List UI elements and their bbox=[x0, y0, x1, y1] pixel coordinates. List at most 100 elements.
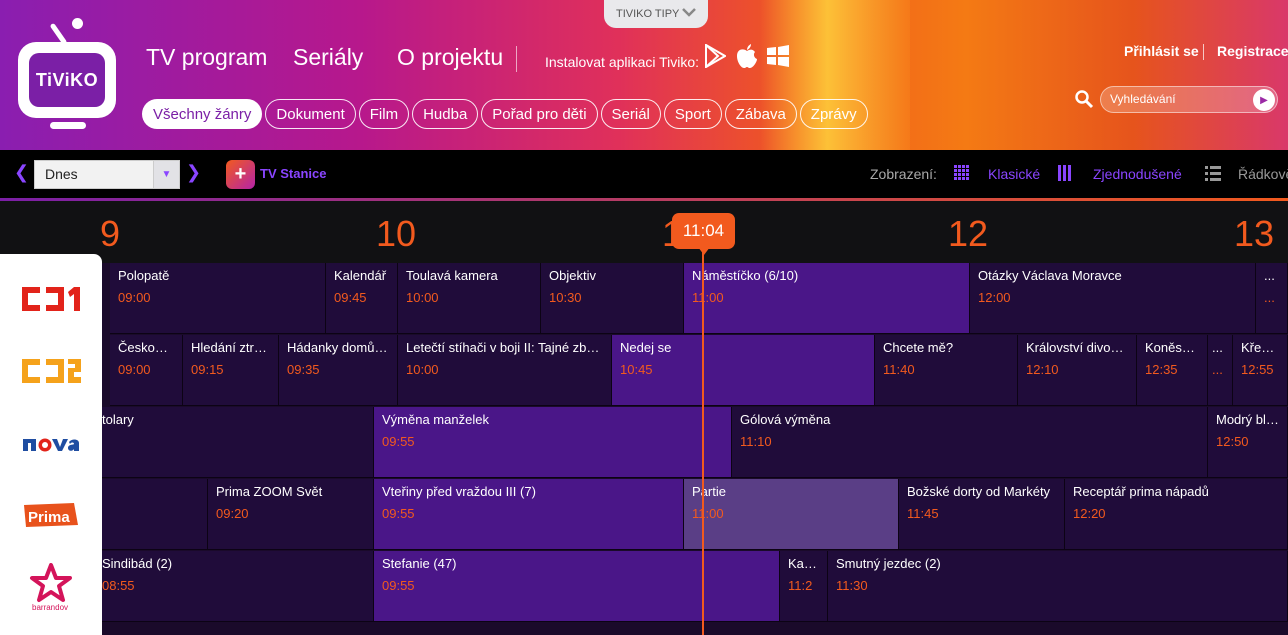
program-cell[interactable]: ...... bbox=[1256, 263, 1288, 334]
hour-10: 10 bbox=[376, 213, 417, 254]
program-time: 11:00 bbox=[692, 506, 724, 521]
prev-day-icon[interactable]: ❮ bbox=[14, 162, 29, 183]
search-input[interactable]: Vyhledávání bbox=[1100, 86, 1278, 113]
view-klasicke[interactable]: Klasické bbox=[988, 166, 1040, 182]
program-cell[interactable]: Prima ZOOM Svět 09:20 bbox=[208, 479, 374, 550]
program-cell[interactable]: Modrý blesk 12:50 bbox=[1208, 407, 1288, 478]
list-view-icon[interactable] bbox=[1204, 164, 1222, 182]
program-cell[interactable]: Stefanie (47) 09:55 bbox=[374, 551, 780, 622]
program-cell[interactable]: Polopatě 09:00 bbox=[110, 263, 326, 334]
channel-nova[interactable] bbox=[0, 407, 102, 479]
program-time: 09:00 bbox=[118, 290, 151, 305]
google-play-icon[interactable] bbox=[702, 42, 728, 70]
header: TiViKO TV program Seriály O projektu Ins… bbox=[0, 0, 1288, 150]
program-time: 09:00 bbox=[118, 362, 151, 377]
program-cell[interactable]: Smutný jezdec (2) 11:30 bbox=[828, 551, 1288, 622]
prima-logo-icon: Prima bbox=[24, 503, 78, 527]
program-cell[interactable]: ...... bbox=[1208, 335, 1233, 406]
channel-ct2[interactable] bbox=[0, 335, 102, 407]
login-divider bbox=[1203, 44, 1204, 60]
program-cell[interactable]: Letečtí stíhači v boji II: Tajné zbraně 1… bbox=[398, 335, 612, 406]
hour-9: 9 bbox=[100, 213, 121, 254]
program-time: 12:50 bbox=[1216, 434, 1249, 449]
day-select[interactable]: Dnes ▼ bbox=[34, 160, 180, 189]
program-cell[interactable]: Partie 11:00 bbox=[684, 479, 899, 550]
genre-vsechny[interactable]: Všechny žánry bbox=[142, 99, 263, 129]
program-cell[interactable]: Kašpárek 11:2 bbox=[780, 551, 828, 622]
genre-serial[interactable]: Seriál bbox=[600, 99, 661, 129]
tv-stations-link[interactable]: TV Stanice bbox=[260, 166, 326, 181]
program-title: ... bbox=[1264, 268, 1275, 283]
program-title: Vteřiny před vraždou III (7) bbox=[382, 484, 536, 499]
program-cell[interactable]: Království divočiny 12:10 bbox=[1018, 335, 1137, 406]
nav-o-projektu[interactable]: O projektu bbox=[397, 44, 503, 71]
program-time: 11:30 bbox=[836, 578, 868, 593]
channel-barrandov[interactable]: barrandov bbox=[0, 551, 102, 623]
program-title: Prima ZOOM Svět bbox=[216, 484, 323, 499]
program-time: 12:35 bbox=[1145, 362, 1178, 377]
program-cell[interactable]: Náměstíčko (6/10) 11:00 bbox=[684, 263, 970, 334]
program-cell[interactable]: Hádanky domů a zahrad 09:35 bbox=[279, 335, 398, 406]
next-day-icon[interactable]: ❯ bbox=[186, 162, 201, 183]
program-time: 09:35 bbox=[287, 362, 320, 377]
channel-ct1[interactable] bbox=[0, 263, 102, 335]
login-link[interactable]: Přihlásit se bbox=[1124, 43, 1199, 59]
columns-view-icon[interactable] bbox=[1056, 164, 1074, 182]
view-zjednodusene[interactable]: Zjednodušené bbox=[1093, 166, 1182, 182]
program-cell[interactable]: Chcete mě? 11:40 bbox=[875, 335, 1018, 406]
program-cell[interactable]: Receptář prima nápadů 12:20 bbox=[1065, 479, 1288, 550]
genre-porad-pro-deti[interactable]: Pořad pro děti bbox=[481, 99, 598, 129]
program-cell[interactable]: Českoslovenští 09:00 bbox=[110, 335, 183, 406]
tiviko-tipy-tab[interactable]: TIVIKO TIPY bbox=[604, 0, 708, 28]
program-cell[interactable]: Sindibád (2) 08:55 bbox=[94, 551, 374, 622]
program-title: Otázky Václava Moravce bbox=[978, 268, 1122, 283]
genre-zpravy[interactable]: Zprávy bbox=[799, 99, 868, 129]
nav-serialy[interactable]: Seriály bbox=[293, 44, 363, 71]
genre-dokument[interactable]: Dokument bbox=[265, 99, 356, 129]
program-time: 10:45 bbox=[620, 362, 653, 377]
nova-logo-icon bbox=[23, 438, 79, 452]
chevron-down-icon bbox=[682, 4, 696, 20]
program-cell[interactable]: Výměna manželek 09:55 bbox=[374, 407, 732, 478]
program-cell[interactable]: Koněspřežka 12:35 bbox=[1137, 335, 1208, 406]
program-title: tolary bbox=[102, 412, 134, 427]
nav-tv-program[interactable]: TV program bbox=[146, 44, 267, 71]
add-station-icon[interactable]: + bbox=[226, 160, 255, 189]
program-time: 11:2 bbox=[788, 578, 813, 593]
logo[interactable]: TiViKO bbox=[18, 18, 118, 130]
genre-film[interactable]: Film bbox=[358, 99, 410, 129]
search-icon bbox=[1074, 89, 1094, 109]
search-submit-icon[interactable]: ▶ bbox=[1253, 89, 1275, 111]
program-cell[interactable]: Vteřiny před vraždou III (7) 09:55 bbox=[374, 479, 684, 550]
program-title: Letečtí stíhači v boji II: Tajné zbraně bbox=[406, 340, 603, 355]
genre-sport[interactable]: Sport bbox=[663, 99, 722, 129]
program-cell[interactable]: Božské dorty od Markéty 11:45 bbox=[899, 479, 1065, 550]
program-cell[interactable]: tolary bbox=[94, 407, 374, 478]
genre-hudba[interactable]: Hudba bbox=[412, 99, 479, 129]
program-title: Sindibád (2) bbox=[102, 556, 173, 571]
program-cell[interactable] bbox=[94, 479, 208, 550]
program-cell[interactable]: Gólová výměna 11:10 bbox=[732, 407, 1208, 478]
program-cell[interactable]: Otázky Václava Moravce 12:00 bbox=[970, 263, 1256, 334]
program-title: Nedej se bbox=[620, 340, 672, 355]
nav-divider bbox=[516, 46, 517, 72]
program-cell[interactable]: Křesťanský magazín 12:55 bbox=[1233, 335, 1288, 406]
view-radkove[interactable]: Řádkově bbox=[1238, 166, 1288, 182]
genre-filter: Všechny žánry Dokument Film Hudba Pořad … bbox=[142, 99, 868, 129]
program-cell[interactable]: Hledání ztraceného 09:15 bbox=[183, 335, 279, 406]
windows-icon[interactable] bbox=[765, 42, 791, 70]
program-title: Božské dorty od Markéty bbox=[907, 484, 1051, 499]
program-title: Stefanie (47) bbox=[382, 556, 457, 571]
register-link[interactable]: Registrace bbox=[1217, 43, 1288, 59]
program-cell[interactable]: Kalendář 09:45 bbox=[326, 263, 398, 334]
program-cell[interactable]: Toulavá kamera 10:00 bbox=[398, 263, 541, 334]
program-time: ... bbox=[1212, 362, 1223, 377]
grid-view-icon[interactable] bbox=[953, 164, 971, 182]
program-title: Toulavá kamera bbox=[406, 268, 498, 283]
program-cell[interactable]: Objektiv 10:30 bbox=[541, 263, 684, 334]
apple-icon[interactable] bbox=[734, 42, 760, 70]
genre-zabava[interactable]: Zábava bbox=[724, 99, 797, 129]
program-cell[interactable]: Nedej se 10:45 bbox=[612, 335, 875, 406]
channel-prima[interactable]: Prima bbox=[0, 479, 102, 551]
program-title: Koněspřežka bbox=[1145, 340, 1199, 355]
